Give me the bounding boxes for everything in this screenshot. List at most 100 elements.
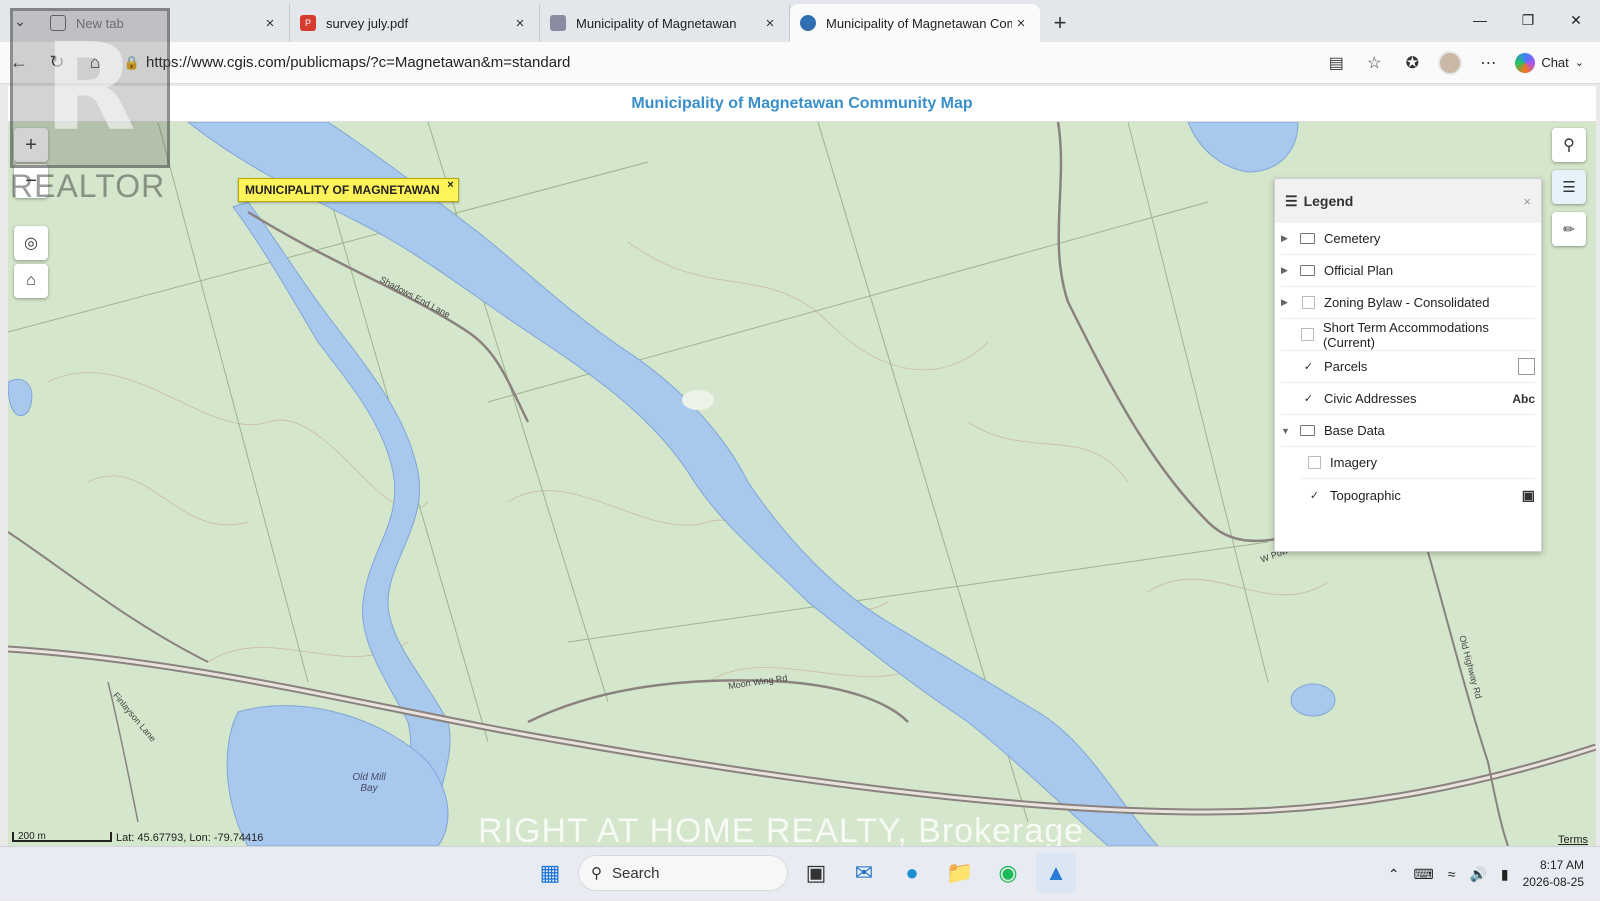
checkmark-icon[interactable]: ✓ — [1302, 360, 1315, 373]
legend-item-short-term-accommodations[interactable]: Short Term Accommodations (Current) — [1281, 319, 1535, 351]
profile-avatar[interactable] — [1431, 46, 1469, 80]
legend-item-imagery[interactable]: Imagery — [1301, 447, 1535, 479]
tab-strip: ⌄ New tab × P survey july.pdf × Municipa… — [0, 0, 1600, 42]
address-bar: ← ↻ ⌂ 🔒 https://www.cgis.com/publicmaps/… — [0, 42, 1600, 84]
collapse-arrow-icon[interactable]: ▼ — [1281, 426, 1295, 436]
expand-arrow-icon[interactable]: ▶ — [1281, 265, 1295, 276]
tab-community-map[interactable]: Municipality of Magnetawan Com × — [790, 4, 1040, 42]
legend-item-official-plan[interactable]: ▶ Official Plan — [1281, 255, 1535, 287]
legend-item-topographic[interactable]: ✓ Topographic ▣ — [1301, 479, 1535, 511]
legend-item-base-data[interactable]: ▼ Base Data — [1281, 415, 1535, 447]
battery-icon[interactable]: ▮ — [1501, 866, 1509, 883]
layer-checkbox[interactable] — [1302, 296, 1315, 309]
windows-start-icon[interactable]: ▦ — [530, 853, 570, 893]
legend-item-parcels[interactable]: ✓ Parcels — [1281, 351, 1535, 383]
folder-icon — [1300, 425, 1315, 436]
popup-close-icon[interactable]: × — [447, 179, 453, 191]
photos-icon[interactable]: ▲ — [1036, 853, 1076, 893]
wifi-icon[interactable]: ≈ — [1448, 866, 1456, 882]
brokerage-watermark: RIGHT AT HOME REALTY, Brokerage — [478, 812, 1085, 846]
legend-item-zoning-bylaw[interactable]: ▶ Zoning Bylaw - Consolidated — [1281, 287, 1535, 319]
legend-item-label: Civic Addresses — [1324, 391, 1417, 406]
restore-icon[interactable]: ❐ — [1504, 0, 1552, 40]
legend-item-label: Zoning Bylaw - Consolidated — [1324, 295, 1490, 310]
search-icon[interactable]: ⚲ — [1552, 128, 1586, 162]
map-popup: MUNICIPALITY OF MAGNETAWAN × — [238, 178, 459, 202]
volume-icon[interactable]: 🔊 — [1469, 866, 1486, 883]
legend-item-label: Parcels — [1324, 359, 1368, 374]
map-canvas[interactable]: Shadows End Lane Moon Wing Rd Finlayson … — [8, 122, 1596, 846]
more-menu-icon[interactable]: ⋯ — [1469, 46, 1507, 80]
zoom-in-button[interactable]: + — [14, 128, 48, 162]
layer-checkbox[interactable] — [1308, 456, 1321, 469]
legend-item-label: Base Data — [1324, 423, 1385, 438]
outlook-icon[interactable]: ✉ — [844, 853, 884, 893]
chat-button[interactable]: Chat ⌄ — [1507, 46, 1592, 80]
minimize-icon[interactable]: — — [1456, 0, 1504, 40]
folder-icon — [1300, 265, 1315, 276]
page-header: Municipality of Magnetawan Community Map — [8, 86, 1596, 122]
edge-icon[interactable]: ● — [892, 853, 932, 893]
home-extent-icon[interactable]: ⌂ — [14, 264, 48, 298]
new-tab-icon — [50, 15, 66, 31]
legend-item-label: Cemetery — [1324, 231, 1381, 246]
tab-municipality[interactable]: Municipality of Magnetawan × — [540, 4, 790, 42]
legend-item-cemetery[interactable]: ▶ Cemetery — [1281, 223, 1535, 255]
checkmark-icon[interactable]: ✓ — [1302, 392, 1315, 405]
reader-view-icon[interactable]: ▤ — [1317, 46, 1355, 80]
tab-actions-chevron-icon[interactable]: ⌄ — [0, 0, 40, 42]
zoom-out-button[interactable]: − — [14, 164, 48, 198]
terms-link[interactable]: Terms — [1558, 834, 1588, 846]
tab-new-tab[interactable]: New tab × — [40, 4, 290, 42]
legend-item-label: Official Plan — [1324, 263, 1394, 278]
legend-item-label: Short Term Accommodations (Current) — [1322, 319, 1489, 350]
locate-icon[interactable]: ◎ — [14, 226, 48, 260]
legend-item-label: Imagery — [1330, 455, 1377, 470]
chevron-up-icon[interactable]: ⌃ — [1388, 866, 1400, 883]
url-text: https://www.cgis.com/publicmaps/?c=Magne… — [146, 54, 571, 71]
task-view-icon[interactable]: ▣ — [796, 853, 836, 893]
taskbar-apps: ▦ ⚲ Search ▣ ✉ ● 📁 ◉ ▲ — [530, 853, 1076, 893]
close-window-icon[interactable]: ✕ — [1552, 0, 1600, 40]
keyboard-icon[interactable]: ⌨ — [1414, 866, 1434, 883]
expand-arrow-icon[interactable]: ▶ — [1281, 233, 1295, 244]
expand-arrow-icon[interactable]: ▶ — [1281, 297, 1295, 308]
coordinate-readout: Lat: 45.67793, Lon: -79.74416 — [116, 832, 264, 844]
legend-item-civic-addresses[interactable]: ✓ Civic Addresses Abc — [1281, 383, 1535, 415]
legend-title: Legend — [1303, 193, 1354, 209]
file-explorer-icon[interactable]: 📁 — [940, 853, 980, 893]
close-tab-icon[interactable]: × — [511, 15, 529, 32]
tab-survey-pdf[interactable]: P survey july.pdf × — [290, 4, 540, 42]
refresh-icon[interactable]: ↻ — [38, 44, 76, 82]
lock-icon: 🔒 — [123, 54, 141, 70]
close-tab-icon[interactable]: × — [261, 15, 279, 32]
tab-title: Municipality of Magnetawan Com — [826, 15, 1012, 31]
legend-panel: ☰ Legend × ▶ Cemetery ▶ Official Plan ▶ … — [1274, 178, 1542, 552]
url-field[interactable]: 🔒 https://www.cgis.com/publicmaps/?c=Mag… — [118, 47, 1278, 79]
pdf-icon: P — [300, 15, 316, 31]
layers-icon[interactable]: ☰ — [1552, 170, 1586, 204]
search-label: Search — [612, 864, 660, 882]
tab-title: survey july.pdf — [326, 15, 409, 31]
favorites-icon[interactable]: ✪ — [1393, 46, 1431, 80]
spotify-icon[interactable]: ◉ — [988, 853, 1028, 893]
home-icon[interactable]: ⌂ — [76, 44, 114, 82]
layer-checkbox[interactable] — [1301, 328, 1314, 341]
measure-ruler-icon[interactable]: ✏ — [1552, 212, 1586, 246]
close-tab-icon[interactable]: × — [1012, 15, 1030, 32]
legend-close-icon[interactable]: × — [1523, 194, 1531, 209]
copilot-icon — [1515, 52, 1536, 73]
favorite-star-icon[interactable]: ☆ — [1355, 46, 1393, 80]
folder-icon — [1300, 233, 1315, 244]
taskbar-search[interactable]: ⚲ Search — [578, 855, 788, 891]
close-tab-icon[interactable]: × — [761, 15, 779, 32]
taskbar: ▦ ⚲ Search ▣ ✉ ● 📁 ◉ ▲ ⌃ ⌨ ≈ 🔊 ▮ 8:17 AM… — [0, 846, 1600, 900]
parcel-swatch — [1518, 358, 1535, 375]
popup-label: MUNICIPALITY OF MAGNETAWAN — [245, 183, 440, 197]
new-tab-button[interactable]: + — [1040, 4, 1080, 42]
text-style-label: Abc — [1512, 391, 1535, 406]
checkmark-icon[interactable]: ✓ — [1308, 489, 1321, 502]
place-label: Old Mill Bay — [352, 772, 386, 794]
clock[interactable]: 8:17 AM 2026-08-25 — [1523, 857, 1584, 891]
back-icon[interactable]: ← — [0, 44, 38, 82]
